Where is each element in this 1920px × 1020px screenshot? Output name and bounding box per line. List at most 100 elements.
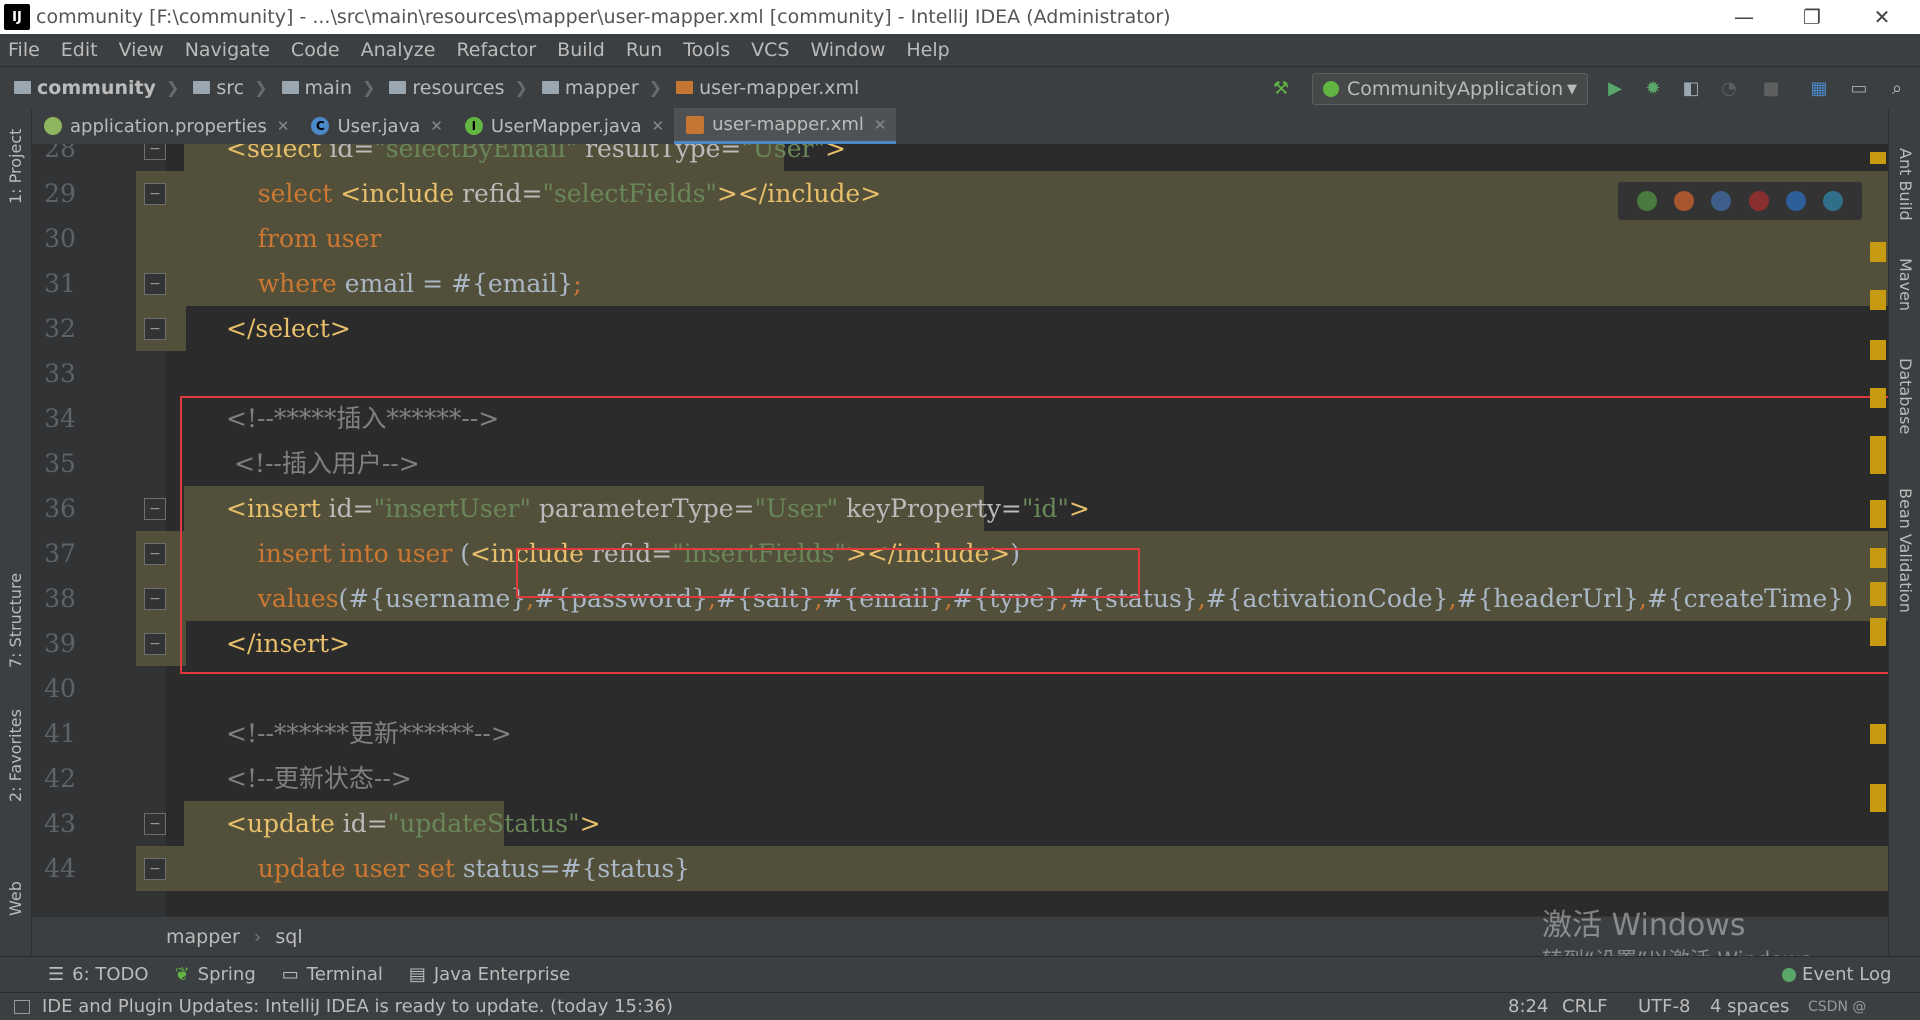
menu-build[interactable]: Build <box>557 39 605 61</box>
error-stripe-mark[interactable] <box>1870 152 1886 164</box>
status-message[interactable]: IDE and Plugin Updates: IntelliJ IDEA is… <box>42 996 673 1017</box>
toggle-tool-windows-icon[interactable] <box>14 999 30 1014</box>
menu-view[interactable]: View <box>119 39 164 61</box>
menu-code[interactable]: Code <box>291 39 340 61</box>
breadcrumb-resources[interactable]: resources ❯ <box>389 77 528 99</box>
error-stripe-mark[interactable] <box>1870 242 1886 262</box>
error-stripe-mark[interactable] <box>1870 290 1886 310</box>
todo-tool-button[interactable]: ☰ 6: TODO <box>48 964 149 985</box>
minimize-button[interactable]: — <box>1706 0 1782 34</box>
edge-icon[interactable] <box>1823 191 1844 211</box>
menu-analyze[interactable]: Analyze <box>361 39 436 61</box>
caret-position[interactable]: 8:24 <box>1508 996 1548 1017</box>
tool-maven[interactable]: Maven <box>1896 258 1915 311</box>
tool-ant-build[interactable]: Ant Build <box>1896 148 1915 221</box>
fold-marker-icon[interactable]: − <box>144 144 166 160</box>
breadcrumb-mapper[interactable]: mapper ❯ <box>541 77 662 99</box>
restore-button[interactable]: ❐ <box>1774 0 1850 34</box>
run-configuration-select[interactable]: CommunityApplication ▼ <box>1312 73 1588 105</box>
fold-marker-icon[interactable]: − <box>144 543 166 565</box>
error-stripe-mark[interactable] <box>1870 618 1886 646</box>
close-button[interactable]: ✕ <box>1844 0 1920 34</box>
tool-database[interactable]: Database <box>1896 358 1915 434</box>
menu-navigate[interactable]: Navigate <box>185 39 270 61</box>
error-stripe-mark[interactable] <box>1870 340 1886 360</box>
error-stripe-mark[interactable] <box>1870 724 1886 744</box>
code-line[interactable]: 30 from user <box>32 216 1888 261</box>
fold-marker-icon[interactable]: − <box>144 273 166 295</box>
menu-window[interactable]: Window <box>810 39 885 61</box>
editor-breadcrumb-sql[interactable]: sql <box>275 926 302 948</box>
menu-tools[interactable]: Tools <box>683 39 730 61</box>
code-line[interactable]: 44 − update user set status=#{status} <box>32 846 1888 891</box>
build-hammer-icon[interactable]: ⚒ <box>1270 77 1292 99</box>
chrome-icon[interactable] <box>1636 191 1657 211</box>
menu-help[interactable]: Help <box>906 39 949 61</box>
fold-marker-icon[interactable]: − <box>144 498 166 520</box>
menu-edit[interactable]: Edit <box>61 39 98 61</box>
close-tab-icon[interactable]: ✕ <box>874 116 887 134</box>
menu-file[interactable]: File <box>8 39 40 61</box>
event-log-button[interactable]: Event Log <box>1782 964 1891 985</box>
error-stripe-mark[interactable] <box>1870 582 1886 606</box>
close-tab-icon[interactable]: ✕ <box>277 117 290 135</box>
coverage-icon[interactable]: ◧ <box>1680 77 1702 99</box>
error-stripe-mark[interactable] <box>1870 436 1886 474</box>
breadcrumb-file[interactable]: user-mapper.xml <box>676 77 859 99</box>
opera-icon[interactable] <box>1748 191 1769 211</box>
profile-icon[interactable]: ◔ <box>1718 77 1740 99</box>
tab-usermapper-java[interactable]: I UserMapper.java ✕ <box>453 108 674 144</box>
menu-vcs[interactable]: VCS <box>751 39 789 61</box>
stop-icon[interactable]: ■ <box>1760 77 1782 99</box>
run-icon[interactable]: ▶ <box>1604 77 1626 99</box>
breadcrumb-src[interactable]: src ❯ <box>193 77 268 99</box>
java-enterprise-tool-button[interactable]: ▤ Java Enterprise <box>409 964 570 985</box>
tool-web[interactable]: Web <box>6 881 25 916</box>
line-separator[interactable]: CRLF <box>1562 996 1607 1017</box>
fold-marker-icon[interactable]: − <box>144 183 166 205</box>
firefox-icon[interactable] <box>1673 191 1694 211</box>
menu-refactor[interactable]: Refactor <box>456 39 536 61</box>
fold-marker-icon[interactable]: − <box>144 858 166 880</box>
code-line[interactable]: 28 − <select id="selectByEmail" resultType… <box>32 144 1888 171</box>
fold-marker-icon[interactable]: − <box>144 633 166 655</box>
file-encoding[interactable]: UTF-8 <box>1638 996 1690 1017</box>
tab-application-properties[interactable]: application.properties ✕ <box>32 108 299 144</box>
close-tab-icon[interactable]: ✕ <box>430 117 443 135</box>
spring-tool-button[interactable]: ❦ Spring <box>175 964 256 985</box>
tool-project[interactable]: 1: Project <box>6 129 25 204</box>
tool-structure[interactable]: 7: Structure <box>6 573 25 668</box>
terminal-tool-button[interactable]: ▭ Terminal <box>282 964 383 985</box>
editor-breadcrumb-mapper[interactable]: mapper <box>166 926 240 948</box>
debug-icon[interactable]: ✹ <box>1642 77 1664 99</box>
error-stripe-mark[interactable] <box>1870 388 1886 408</box>
code-line[interactable]: 41 <!--******更新******--> <box>32 711 1888 756</box>
close-tab-icon[interactable]: ✕ <box>652 117 665 135</box>
menu-run[interactable]: Run <box>626 39 662 61</box>
code-line[interactable]: 33 <box>32 351 1888 396</box>
tab-user-mapper-xml[interactable]: user-mapper.xml ✕ <box>674 108 897 144</box>
code-line[interactable]: 43 − <update id="updateStatus"> <box>32 801 1888 846</box>
error-stripe-mark[interactable] <box>1870 548 1886 568</box>
code-line[interactable]: 32 − </select> <box>32 306 1888 351</box>
error-stripe-mark[interactable] <box>1870 500 1886 528</box>
code-line[interactable]: 29 − select <include refid="selectFields"… <box>32 171 1888 216</box>
project-structure-icon[interactable]: ▦ <box>1808 77 1830 99</box>
code-line[interactable]: 42 <!--更新状态--> <box>32 756 1888 801</box>
code-line[interactable]: 31 − where email = #{email}; <box>32 261 1888 306</box>
breadcrumb-community[interactable]: community ❯ <box>14 77 179 99</box>
safari-icon[interactable] <box>1711 191 1732 211</box>
indent-setting[interactable]: 4 spaces <box>1710 996 1789 1017</box>
error-stripe-mark[interactable] <box>1870 784 1886 812</box>
tool-favorites[interactable]: 2: Favorites <box>6 709 25 802</box>
ie-icon[interactable] <box>1785 191 1806 211</box>
fold-marker-icon[interactable]: − <box>144 588 166 610</box>
code-editor[interactable]: 28− <select id="selectByEmail" resultType… <box>32 144 1888 916</box>
tool-bean-validation[interactable]: Bean Validation <box>1896 488 1915 613</box>
fold-marker-icon[interactable]: − <box>144 813 166 835</box>
fold-marker-icon[interactable]: − <box>144 318 166 340</box>
search-icon[interactable]: ⌕ <box>1886 77 1908 99</box>
tab-user-java[interactable]: C User.java ✕ <box>299 108 452 144</box>
breadcrumb-main[interactable]: main ❯ <box>281 77 375 99</box>
terminal-window-icon[interactable]: ▭ <box>1848 77 1870 99</box>
